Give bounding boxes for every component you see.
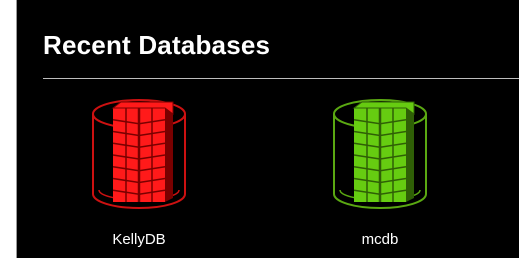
- database-name-label: mcdb: [361, 231, 399, 248]
- database-name-label: KellyDB: [112, 231, 166, 248]
- section-title: Recent Databases: [43, 30, 271, 60]
- database-item-kellydb[interactable]: KellyDB: [69, 94, 209, 254]
- database-cylinder-icon: [333, 99, 427, 209]
- database-item-mcdb[interactable]: mcdb: [310, 94, 450, 254]
- title-divider: [43, 78, 519, 79]
- database-cylinder-icon: [92, 99, 186, 209]
- recent-databases-panel: Recent Databases KellyDB mcdb: [16, 0, 519, 258]
